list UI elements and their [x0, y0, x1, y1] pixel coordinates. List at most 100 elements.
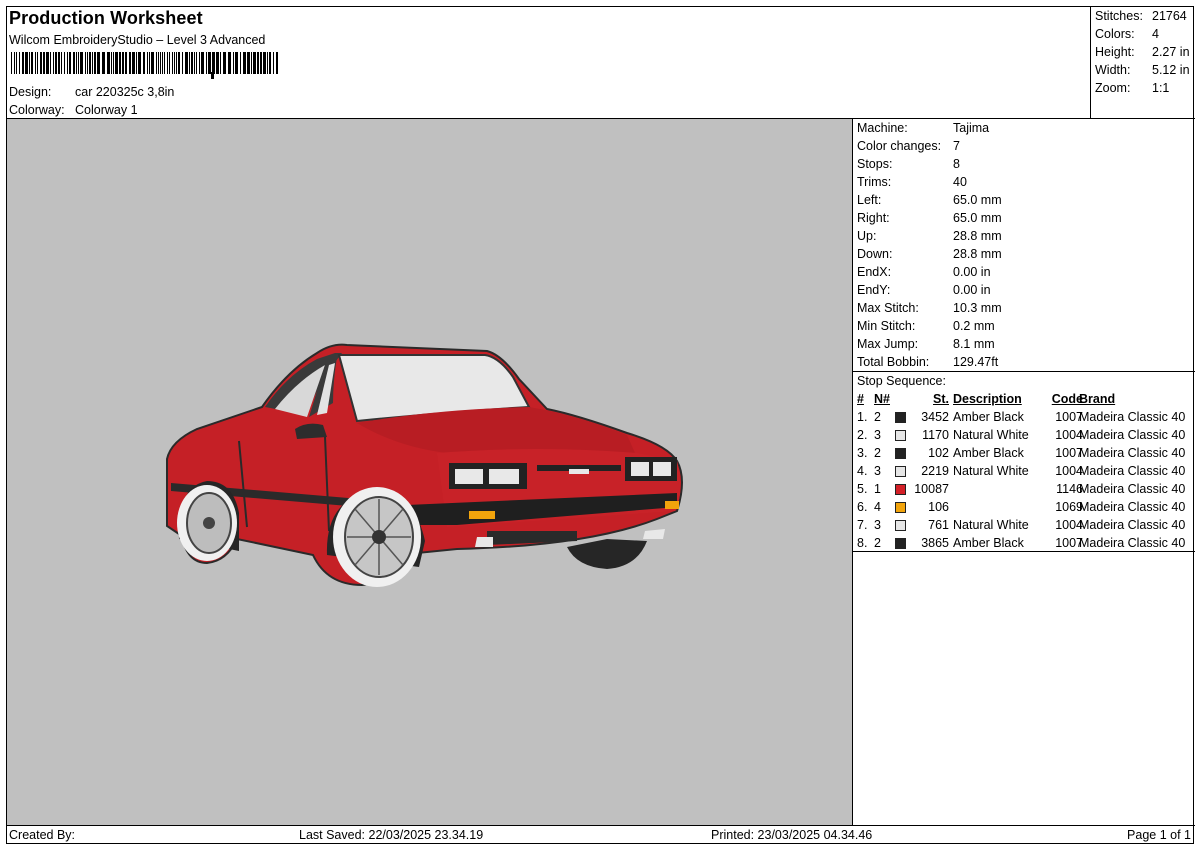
row-code: 1007 — [1055, 446, 1083, 460]
info-label: Up: — [857, 229, 877, 243]
table-row: 8. 2 3865 Amber Black 1007 Madeira Classic 40 — [853, 534, 1195, 552]
stat-row: Colors: 4 — [1091, 25, 1195, 43]
info-row: Color changes: 7 — [853, 137, 1195, 155]
stat-value: 5.12 in — [1152, 63, 1190, 77]
stat-label: Width: — [1095, 63, 1131, 77]
row-needle: 2 — [874, 410, 881, 424]
info-row: Max Stitch: 10.3 mm — [853, 299, 1195, 317]
row-description: Amber Black — [953, 410, 1024, 424]
row-code: 1146 — [1056, 482, 1083, 496]
col-header-description: Description — [953, 392, 1022, 406]
info-value: Tajima — [953, 121, 990, 135]
row-description: Natural White — [953, 518, 1029, 532]
info-value: 28.8 mm — [953, 247, 1002, 261]
row-needle: 3 — [874, 518, 881, 532]
row-num: 1. — [857, 410, 868, 424]
info-row: Stops: 8 — [853, 155, 1195, 173]
table-header-row: # N# St. Description Code Brand — [853, 390, 1195, 408]
row-description: Natural White — [953, 464, 1029, 478]
info-row: Down: 28.8 mm — [853, 245, 1195, 263]
color-swatch — [895, 430, 906, 441]
row-brand: Madeira Classic 40 — [1079, 446, 1186, 460]
info-label: Min Stitch: — [857, 319, 916, 333]
info-value: 40 — [953, 175, 967, 189]
info-label: EndY: — [857, 283, 891, 297]
info-value: 8 — [953, 157, 960, 171]
row-description: Amber Black — [953, 446, 1024, 460]
row-needle: 1 — [874, 482, 881, 496]
info-label: Machine: — [857, 121, 908, 135]
last-saved: Last Saved: 22/03/2025 23.34.19 — [299, 828, 484, 842]
row-stitches: 761 — [928, 518, 949, 532]
info-value: 129.47ft — [953, 355, 999, 369]
info-row: Total Bobbin: 129.47ft — [853, 353, 1195, 371]
stat-row: Height: 2.27 in — [1091, 43, 1195, 61]
car-embroidery-image — [166, 343, 683, 587]
info-label: Down: — [857, 247, 893, 261]
stop-sequence-title: Stop Sequence: — [857, 374, 946, 388]
stat-label: Colors: — [1095, 27, 1135, 41]
stat-label: Zoom: — [1095, 81, 1131, 95]
row-code: 1004 — [1055, 464, 1083, 478]
row-num: 7. — [857, 518, 868, 532]
worksheet-page: Production Worksheet Wilcom EmbroiderySt… — [6, 6, 1195, 844]
info-label: Trims: — [857, 175, 892, 189]
info-row: Max Jump: 8.1 mm — [853, 335, 1195, 353]
info-row: Min Stitch: 0.2 mm — [853, 317, 1195, 335]
stat-value: 21764 — [1152, 9, 1187, 23]
info-label: EndX: — [857, 265, 892, 279]
info-label: Stops: — [857, 157, 893, 171]
design-preview — [7, 119, 853, 825]
info-value: 65.0 mm — [953, 211, 1002, 225]
row-description: Amber Black — [953, 536, 1024, 550]
page-title: Production Worksheet — [9, 8, 203, 28]
info-value: 8.1 mm — [953, 337, 995, 351]
row-num: 2. — [857, 428, 868, 442]
info-value: 0.00 in — [953, 283, 991, 297]
row-needle: 4 — [874, 500, 881, 514]
row-stitches: 3865 — [921, 536, 949, 550]
col-header-code: Code — [1051, 392, 1083, 406]
row-code: 1007 — [1055, 536, 1083, 550]
color-swatch — [895, 412, 906, 423]
row-num: 3. — [857, 446, 868, 460]
stat-row: Stitches: 21764 — [1091, 7, 1195, 25]
info-value: 0.2 mm — [953, 319, 995, 333]
row-num: 8. — [857, 536, 868, 550]
barcode — [11, 52, 278, 79]
row-brand: Madeira Classic 40 — [1079, 518, 1186, 532]
created-by: Created By: — [9, 828, 76, 842]
row-needle: 3 — [874, 428, 881, 442]
info-label: Left: — [857, 193, 882, 207]
row-stitches: 10087 — [914, 482, 949, 496]
row-brand: Madeira Classic 40 — [1079, 464, 1186, 478]
row-code: 1004 — [1055, 428, 1083, 442]
row-description: Natural White — [953, 428, 1029, 442]
design-label: Design: — [9, 85, 52, 99]
stop-sequence-table: Stop Sequence: # N# St. Description Code… — [853, 371, 1195, 552]
color-swatch — [895, 484, 906, 495]
info-row: Up: 28.8 mm — [853, 227, 1195, 245]
info-row: EndX: 0.00 in — [853, 263, 1195, 281]
row-needle: 2 — [874, 446, 881, 460]
software-subtitle: Wilcom EmbroideryStudio – Level 3 Advanc… — [9, 33, 266, 47]
info-label: Total Bobbin: — [857, 355, 930, 369]
row-stitches: 2219 — [921, 464, 949, 478]
info-row: Trims: 40 — [853, 173, 1195, 191]
table-row: 3. 2 102 Amber Black 1007 Madeira Classic 40 — [853, 444, 1195, 462]
row-stitches: 106 — [928, 500, 949, 514]
stat-row: Width: 5.12 in — [1091, 61, 1195, 79]
color-swatch — [895, 520, 906, 531]
table-row: 1. 2 3452 Amber Black 1007 Madeira Classic 40 — [853, 408, 1195, 426]
table-row: 2. 3 1170 Natural White 1004 Madeira Classic … — [853, 426, 1195, 444]
info-value: 28.8 mm — [953, 229, 1002, 243]
stat-label: Height: — [1095, 45, 1135, 59]
row-brand: Madeira Classic 40 — [1079, 482, 1186, 496]
row-code: 1007 — [1055, 410, 1083, 424]
info-value: 0.00 in — [953, 265, 991, 279]
printed-date: Printed: 23/03/2025 04.34.46 — [711, 828, 873, 842]
row-num: 4. — [857, 464, 868, 478]
colorway-label: Colorway: — [9, 103, 65, 117]
row-code: 1004 — [1055, 518, 1083, 532]
color-swatch — [895, 502, 906, 513]
